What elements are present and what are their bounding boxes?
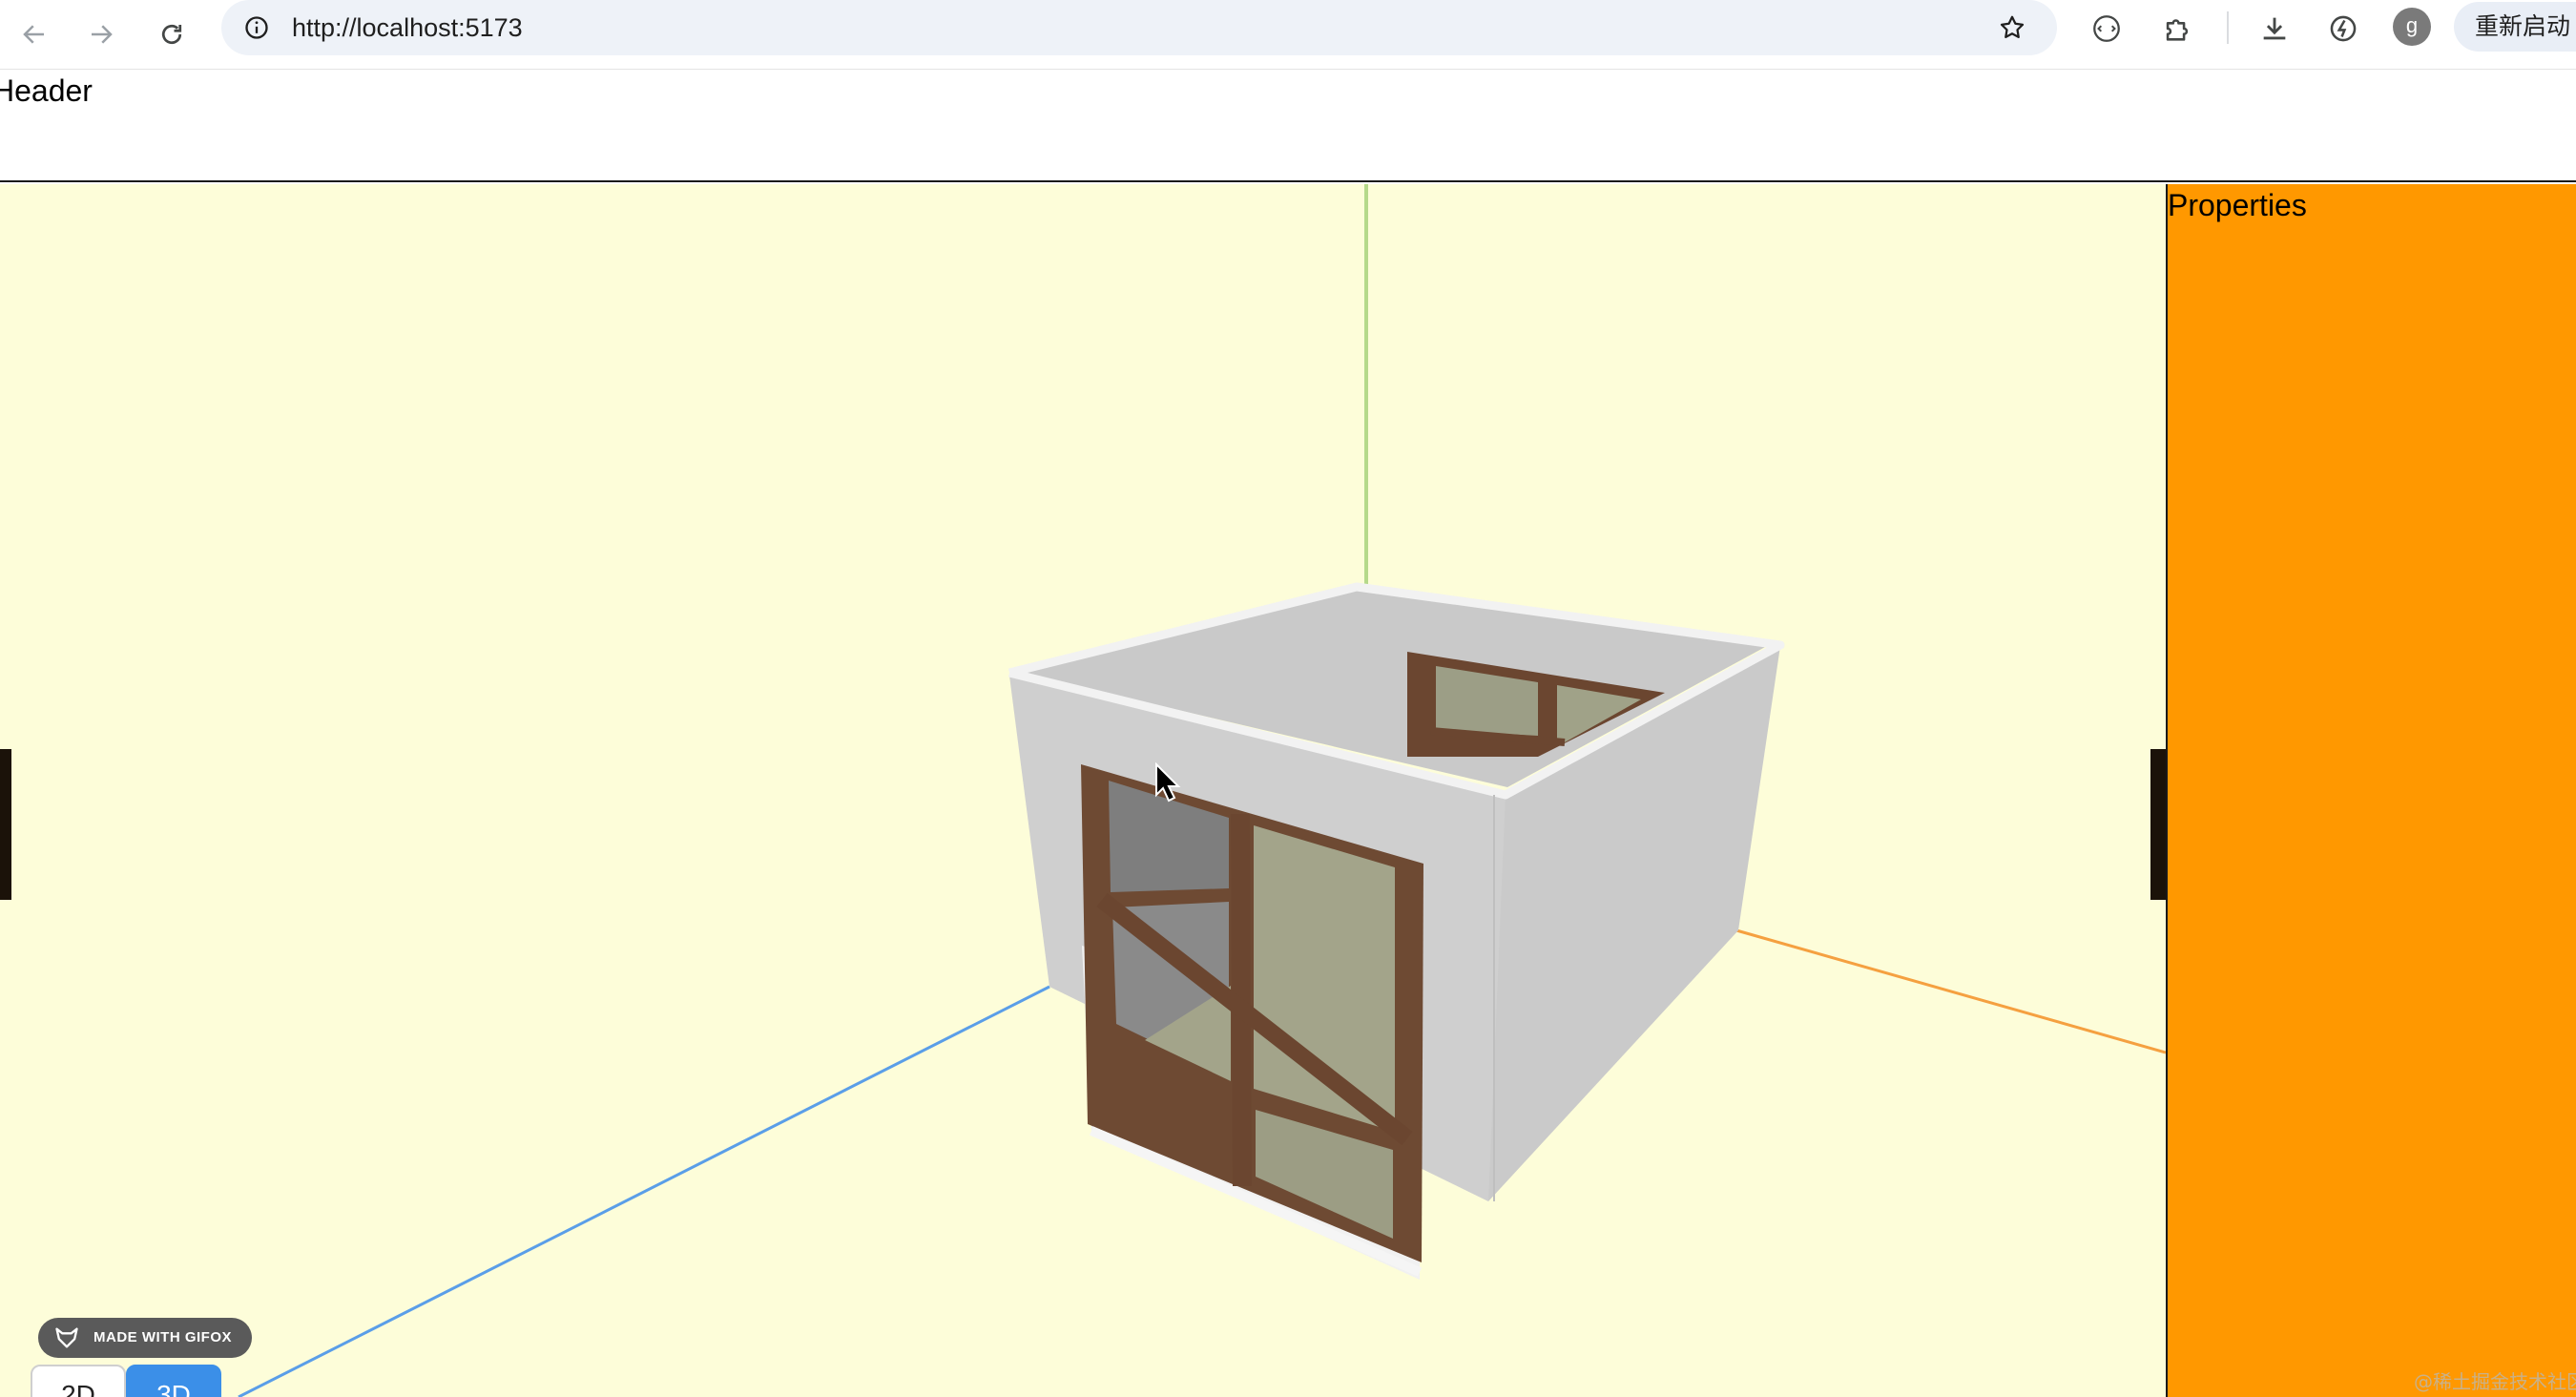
reload-icon[interactable]: [145, 8, 198, 61]
extension-icon[interactable]: [2084, 6, 2129, 52]
properties-title: Properties: [2168, 188, 2307, 222]
properties-panel: Properties: [2166, 184, 2576, 1397]
front-window-pane: [1254, 825, 1395, 1132]
download-icon[interactable]: [2252, 6, 2297, 52]
z-axis-line: [238, 985, 1050, 1397]
performance-icon[interactable]: [2320, 6, 2366, 52]
site-info-icon[interactable]: [239, 10, 275, 46]
profile-avatar[interactable]: g: [2393, 8, 2431, 46]
app-header: Header: [0, 70, 2576, 182]
view-2d-button[interactable]: 2D: [31, 1365, 126, 1397]
relaunch-button[interactable]: 重新启动: [2454, 2, 2576, 52]
address-bar[interactable]: http://localhost:5173: [221, 0, 2057, 55]
back-arrow-icon[interactable]: [8, 8, 61, 61]
url-text[interactable]: http://localhost:5173: [292, 0, 523, 55]
forward-arrow-icon[interactable]: [74, 8, 128, 61]
left-panel-handle[interactable]: [0, 749, 11, 900]
watermark-text: @稀土掘金技术社区: [2414, 1370, 2576, 1393]
right-panel-handle[interactable]: [2150, 749, 2166, 900]
gifox-badge: MADE WITH GIFOX: [38, 1318, 252, 1358]
toolbar-separator: [2227, 11, 2229, 44]
header-title: Header: [0, 73, 93, 108]
bookmark-star-icon[interactable]: [1994, 10, 2030, 46]
3d-viewport[interactable]: [0, 184, 2166, 1397]
fox-icon: [55, 1327, 78, 1348]
browser-toolbar: http://localhost:5173 g 重新启动: [0, 0, 2576, 70]
scene-svg: [238, 184, 2166, 1397]
gifox-label: MADE WITH GIFOX: [93, 1329, 232, 1345]
x-axis-line: [1735, 928, 2166, 1054]
puzzle-icon[interactable]: [2154, 6, 2200, 52]
browser-window: http://localhost:5173 g 重新启动 Header Prop…: [0, 0, 2576, 1397]
view-3d-button[interactable]: 3D: [126, 1365, 221, 1397]
